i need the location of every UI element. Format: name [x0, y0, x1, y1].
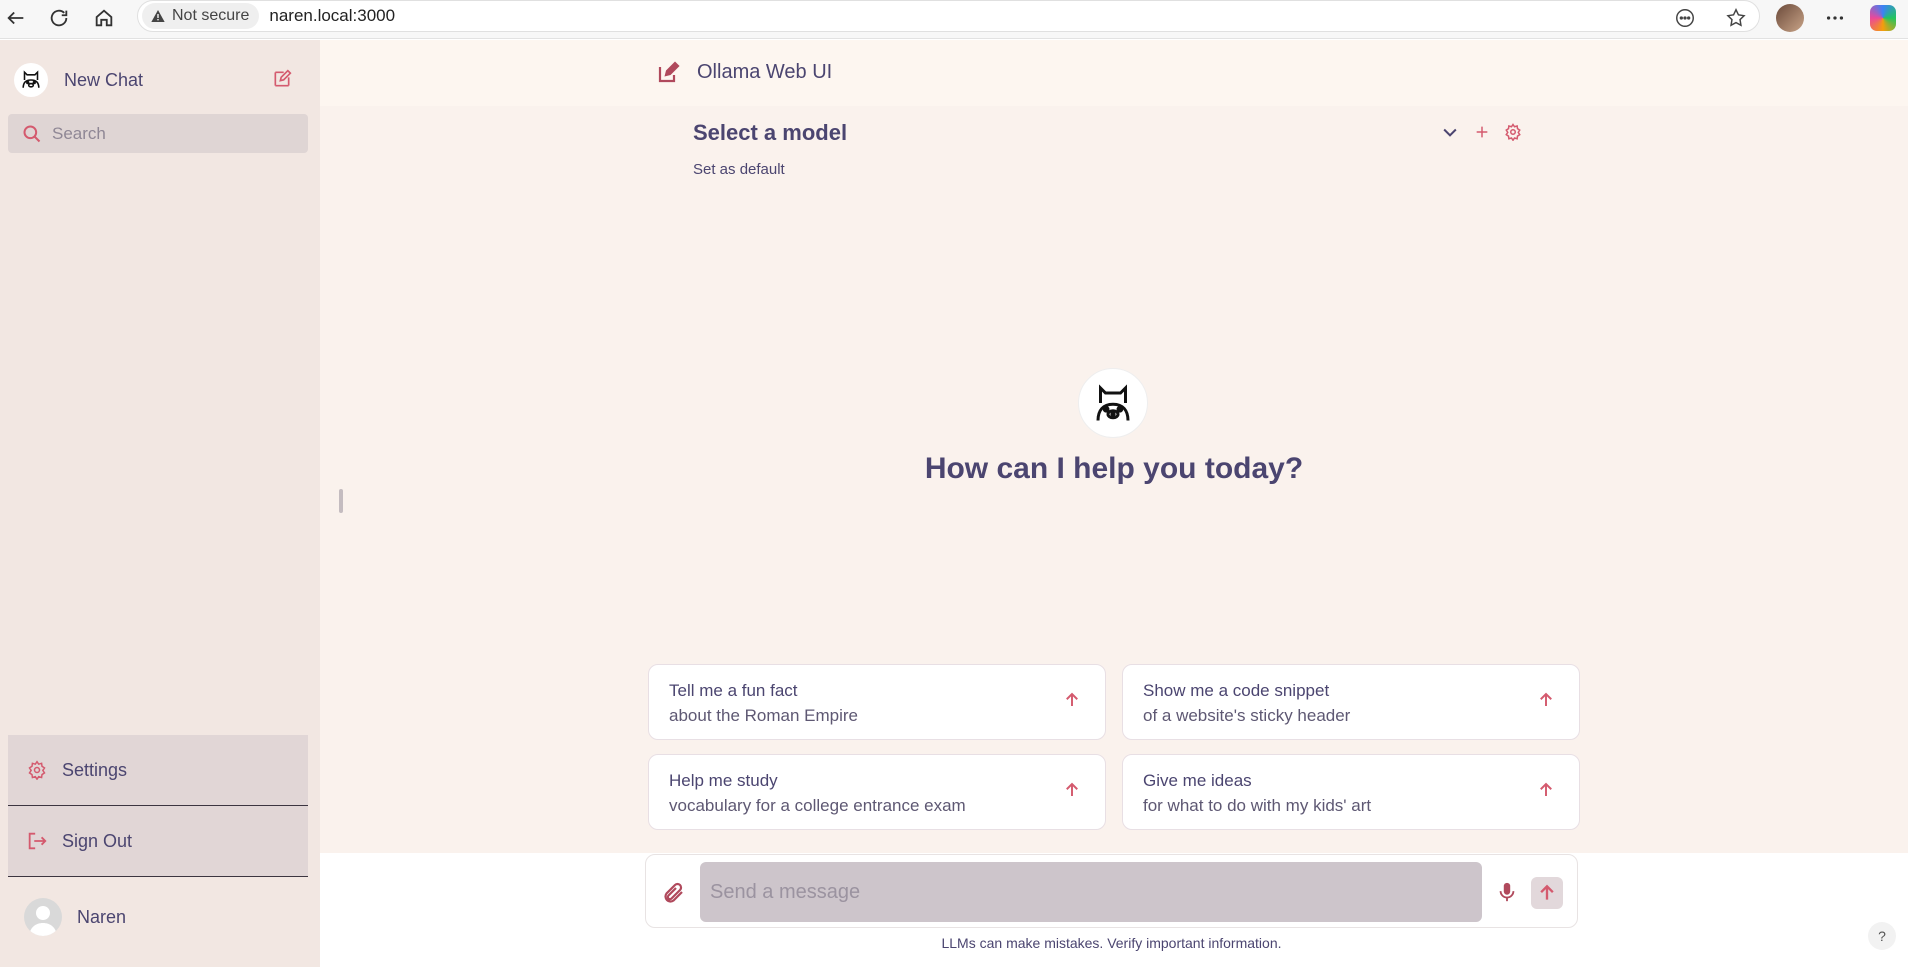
divider — [8, 876, 308, 877]
security-label: Not secure — [172, 7, 250, 24]
chevron-down-icon[interactable] — [1440, 122, 1460, 147]
message-composer — [645, 854, 1578, 928]
suggestion-title: Show me a code snippet — [1143, 681, 1330, 700]
suggestion-title: Tell me a fun fact — [669, 681, 798, 700]
arrow-up-icon — [1537, 781, 1555, 804]
arrow-up-icon — [1540, 884, 1554, 900]
more-options-icon[interactable] — [1820, 3, 1850, 33]
model-selector[interactable]: Select a model — [693, 120, 847, 146]
message-input[interactable] — [700, 862, 1482, 922]
llama-logo-icon — [14, 63, 48, 97]
back-arrow-icon[interactable] — [1, 3, 31, 33]
sign-out-button[interactable]: Sign Out — [8, 806, 308, 876]
refresh-icon[interactable] — [44, 3, 74, 33]
avatar — [24, 898, 62, 936]
app-title: Ollama Web UI — [697, 61, 833, 83]
security-indicator[interactable]: Not secure — [142, 3, 260, 29]
suggestion-card[interactable]: Give me ideas for what to do with my kid… — [1122, 754, 1580, 830]
disclaimer-text: LLMs can make mistakes. Verify important… — [941, 935, 1282, 951]
help-button[interactable]: ? — [1868, 922, 1896, 950]
gear-icon — [26, 759, 48, 781]
send-button[interactable] — [1531, 877, 1563, 909]
favorite-star-icon[interactable] — [1721, 3, 1751, 33]
sign-out-label: Sign Out — [62, 830, 133, 851]
user-profile-button[interactable]: Naren — [24, 898, 126, 936]
suggestion-title: Help me study — [669, 771, 778, 790]
arrow-up-icon — [1063, 781, 1081, 804]
microphone-icon[interactable] — [1496, 880, 1518, 909]
llama-logo-icon — [1078, 368, 1148, 438]
copilot-icon[interactable] — [1868, 3, 1898, 33]
suggestion-title: Give me ideas — [1143, 771, 1252, 790]
gear-icon[interactable] — [1504, 123, 1522, 146]
reading-mode-icon[interactable] — [1670, 3, 1700, 33]
new-chat-icon[interactable] — [656, 61, 680, 90]
sidebar: New Chat Settings Sign Out Naren — [0, 40, 320, 967]
suggestion-subtitle: vocabulary for a college entrance exam — [669, 796, 966, 815]
profile-avatar[interactable] — [1775, 3, 1805, 33]
header: Ollama Web UI — [320, 40, 1908, 106]
url-text[interactable]: naren.local:3000 — [269, 6, 395, 26]
set-default-link[interactable]: Set as default — [693, 161, 785, 178]
home-icon[interactable] — [89, 3, 119, 33]
settings-label: Settings — [62, 759, 128, 780]
compose-icon[interactable] — [272, 69, 292, 94]
suggestion-card[interactable]: Tell me a fun fact about the Roman Empir… — [648, 664, 1106, 740]
browser-toolbar: Not secure naren.local:3000 — [0, 0, 1908, 39]
sign-out-icon — [26, 830, 48, 852]
suggestion-card[interactable]: Help me study vocabulary for a college e… — [648, 754, 1106, 830]
suggestion-subtitle: about the Roman Empire — [669, 706, 858, 725]
arrow-up-icon — [1537, 691, 1555, 714]
search-input[interactable] — [52, 123, 292, 144]
warning-icon — [151, 10, 165, 22]
address-bar[interactable]: Not secure naren.local:3000 — [137, 0, 1760, 32]
sidebar-resize-handle[interactable] — [339, 489, 343, 513]
arrow-up-icon — [1063, 691, 1081, 714]
plus-icon[interactable] — [1474, 124, 1490, 145]
main-content: Ollama Web UI Select a model Set as defa… — [320, 40, 1908, 967]
greeting-heading: How can I help you today? — [924, 452, 1304, 485]
suggestion-subtitle: for what to do with my kids' art — [1143, 796, 1372, 815]
model-controls — [1440, 122, 1522, 147]
paperclip-icon[interactable] — [662, 881, 686, 910]
search-box[interactable] — [8, 114, 308, 153]
new-chat-button[interactable]: New Chat — [14, 60, 304, 100]
suggestion-subtitle: of a website's sticky header — [1143, 706, 1351, 725]
suggestion-card[interactable]: Show me a code snippet of a website's st… — [1122, 664, 1580, 740]
user-name: Naren — [77, 906, 127, 927]
search-icon — [23, 125, 41, 142]
settings-button[interactable]: Settings — [8, 735, 308, 805]
new-chat-label: New Chat — [64, 69, 144, 90]
